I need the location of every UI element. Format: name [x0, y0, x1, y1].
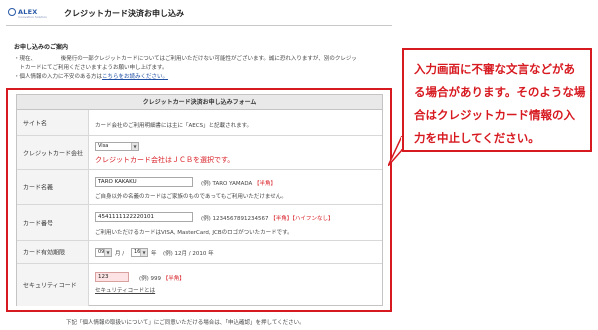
card-number-example: (例) 1234567891234567 【半角】【ハイフンなし】 — [201, 214, 334, 222]
site-name-row: サイト名 カード会社のご利用明細書には主に「AECS」と記載されます。 — [17, 110, 382, 136]
card-number-example-text: (例) 1234567891234567 — [201, 216, 269, 222]
notice-title: お申し込みのご案内 — [14, 44, 69, 51]
card-name-badge: 【半角】 — [254, 181, 277, 187]
site-name-text: カード会社のご利用明細書には主に「AECS」と記載されます。 — [95, 123, 253, 129]
page-header: ALEX Innovation Solution クレジットカード決済お申し込み — [0, 0, 400, 26]
logo-mark-icon — [8, 8, 16, 16]
security-code-example-text: (例) 999 — [139, 276, 162, 282]
card-name-row: カード名義 TARO KAKAKU (例) TARO YAMADA 【半角】 ご… — [17, 170, 382, 205]
card-name-example-text: (例) TARO YAMADA — [201, 181, 253, 187]
card-name-example: (例) TARO YAMADA 【半角】 — [201, 179, 276, 187]
card-name-label: カード名義 — [23, 184, 54, 192]
form-title: クレジットカード決済お申し込みフォーム — [17, 95, 382, 110]
card-number-label: カード番号 — [23, 220, 54, 227]
site-name-label-cell: サイト名 — [17, 110, 89, 135]
warning-callout: 入力画面に不審な文言などがある場合があります。そのような場合はクレジットカード情… — [402, 48, 592, 152]
expiry-month-select[interactable]: 09 ▼ — [95, 248, 112, 257]
security-code-input[interactable]: 123 — [95, 272, 129, 282]
expiry-row: カード有効期限 09 ▼ 月 / 16 ▼ 年 (例) 12月 / 2010 年 — [17, 241, 382, 264]
card-number-label-cell: カード番号 — [17, 205, 89, 240]
privacy-info-link[interactable]: こちらをお読みください。 — [102, 74, 168, 80]
card-company-row: クレジットカード会社 Visa ▼ クレジットカード会社はＪＣＢを選択です。 — [17, 136, 382, 170]
header-divider — [6, 25, 392, 26]
card-company-label-cell: クレジットカード会社 — [17, 136, 89, 169]
footer-note: 下記「個人情報の取扱いについて」にご同意いただける場合は、「申込確認」を押してく… — [66, 320, 305, 326]
card-company-label: クレジットカード会社 — [23, 150, 84, 157]
security-code-label: セキュリティコード — [23, 282, 77, 290]
expiry-label: カード有効期限 — [23, 249, 66, 257]
expiry-year-unit: 年 — [151, 251, 157, 257]
callout-pointer — [388, 136, 402, 166]
card-company-select[interactable]: Visa ▼ — [95, 142, 139, 151]
expiry-example: (例) 12月 / 2010 年 — [163, 251, 214, 257]
card-number-row: カード番号 4541111122220101 (例) 1234567891234… — [17, 205, 382, 241]
security-code-badge: 【半角】 — [162, 276, 185, 282]
card-number-note: ご利用いただけるカードはVISA, MasterCard, JCBのロゴがついた… — [95, 230, 293, 236]
expiry-label-cell: カード有効期限 — [17, 241, 89, 263]
security-code-help-link[interactable]: セキュリティコードとは — [95, 286, 155, 294]
card-name-note: ご自身以外の名義のカードはご家族のものであってもご利用いただけません。 — [95, 194, 287, 200]
card-company-warning: クレジットカード会社はＪＣＢを選択です。 — [95, 156, 235, 164]
notice-line-2: トカードにてご利用くださいますようお願い申し上げます。 — [14, 65, 168, 71]
page-title: クレジットカード決済お申し込み — [64, 9, 184, 18]
card-name-input[interactable]: TARO KAKAKU — [95, 177, 193, 187]
security-code-label-cell: セキュリティコード — [17, 264, 89, 306]
card-payment-form: クレジットカード決済お申し込みフォーム サイト名 カード会社のご利用明細書には主… — [16, 94, 383, 306]
logo-tagline: Innovation Solution — [18, 15, 48, 19]
card-number-input[interactable]: 4541111122220101 — [95, 212, 193, 222]
notice-line-1: ・現在、 後発行の一部クレジットカードについてはご利用いただけない可能性がござい… — [14, 56, 357, 62]
notice-line-3: ・個人情報の入力に不安のある方はこちらをお読みください。 — [14, 72, 168, 80]
chevron-down-icon: ▼ — [104, 249, 111, 256]
card-company-selected: Visa — [98, 143, 109, 149]
card-name-label-cell: カード名義 — [17, 170, 89, 204]
security-code-row: セキュリティコード 123 (例) 999 【半角】 セキュリティコードとは — [17, 264, 382, 306]
callout-text: 入力画面に不審な文言などがある場合があります。そのような場合はクレジットカード情… — [414, 62, 586, 145]
card-number-badge: 【半角】【ハイフンなし】 — [270, 216, 334, 222]
chevron-down-icon: ▼ — [131, 143, 138, 150]
security-code-example: (例) 999 【半角】 — [139, 274, 185, 282]
expiry-year-select[interactable]: 16 ▼ — [131, 248, 148, 257]
expiry-month-unit: 月 / — [115, 251, 125, 257]
notice-line-3-prefix: ・個人情報の入力に不安のある方は — [14, 74, 103, 80]
site-name-label: サイト名 — [23, 120, 48, 127]
chevron-down-icon: ▼ — [140, 249, 147, 256]
alex-logo: ALEX Innovation Solution — [8, 7, 52, 19]
